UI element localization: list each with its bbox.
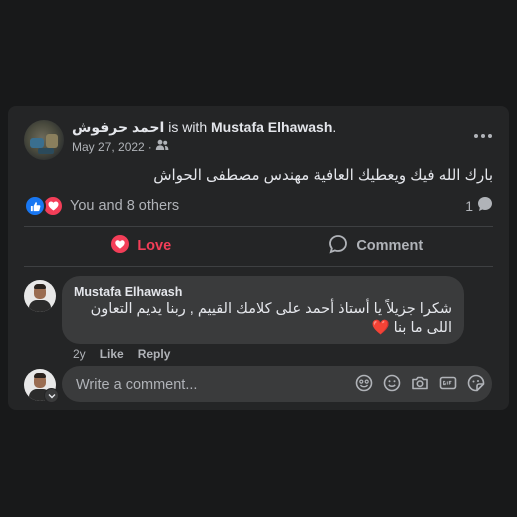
header-period: .	[332, 119, 337, 135]
gif-icon[interactable]	[438, 373, 458, 393]
comment-label: Comment	[356, 238, 424, 254]
comment-bubble-icon	[477, 196, 493, 215]
more-options-button[interactable]	[469, 122, 497, 150]
post-actions: Love Comment	[24, 228, 493, 264]
comment-bubble: Mustafa Elhawash شكرا جزيلاً يا أستاذ أح…	[62, 276, 464, 344]
smiley-icon[interactable]	[382, 373, 402, 393]
comment-like-link[interactable]: Like	[100, 347, 124, 361]
comment-icon	[328, 234, 348, 258]
composer-avatar-wrap[interactable]	[24, 369, 59, 403]
love-label: Love	[137, 238, 172, 254]
camera-icon[interactable]	[410, 373, 430, 393]
composer-icons	[354, 373, 486, 393]
tagged-name[interactable]: Mustafa Elhawash	[211, 119, 332, 135]
comment-count-value: 1	[465, 197, 473, 214]
comment-reply-link[interactable]: Reply	[138, 347, 171, 361]
sticker-icon[interactable]	[466, 373, 486, 393]
post-date[interactable]: May 27, 2022	[72, 140, 145, 154]
post-card: احمد حرفوش is with Mustafa Elhawash. May…	[8, 106, 509, 410]
comment-age[interactable]: 2y	[73, 347, 86, 361]
comment-input[interactable]	[74, 366, 348, 404]
author-avatar[interactable]	[24, 120, 64, 160]
love-icon	[111, 235, 130, 257]
post-meta: May 27, 2022 ·	[72, 139, 169, 154]
emoji-icon[interactable]	[354, 373, 374, 393]
meta-separator: ·	[147, 139, 152, 154]
like-reaction-icon	[24, 195, 46, 217]
chevron-down-icon[interactable]	[44, 388, 59, 403]
comment-button[interactable]: Comment	[259, 228, 494, 264]
post-body: بارك الله فيك ويعطيك العافية مهندس مصطفى…	[153, 167, 493, 184]
commenter-avatar[interactable]	[24, 280, 56, 312]
comments-count[interactable]: 1	[465, 196, 493, 215]
divider-bottom	[24, 266, 493, 267]
comment-text: شكرا جزيلاً يا أستاذ أحمد على كلامك القي…	[90, 301, 452, 336]
comment-author[interactable]: Mustafa Elhawash	[74, 285, 182, 299]
reactions-summary[interactable]: You and 8 others	[24, 195, 179, 217]
comment-actions: 2y Like Reply	[73, 347, 170, 361]
author-name[interactable]: احمد حرفوش	[72, 119, 164, 135]
friends-icon	[155, 139, 169, 154]
comment-text-block: شكرا جزيلاً يا أستاذ أحمد على كلامك القي…	[72, 300, 452, 338]
love-button[interactable]: Love	[24, 228, 259, 264]
with-text: is with	[168, 119, 208, 135]
heart-emoji-icon: ❤️	[371, 320, 390, 336]
divider-top	[24, 226, 493, 227]
reactions-text: You and 8 others	[70, 198, 180, 214]
comment-composer[interactable]	[62, 366, 492, 404]
post-header: احمد حرفوش is with Mustafa Elhawash.	[72, 119, 336, 136]
